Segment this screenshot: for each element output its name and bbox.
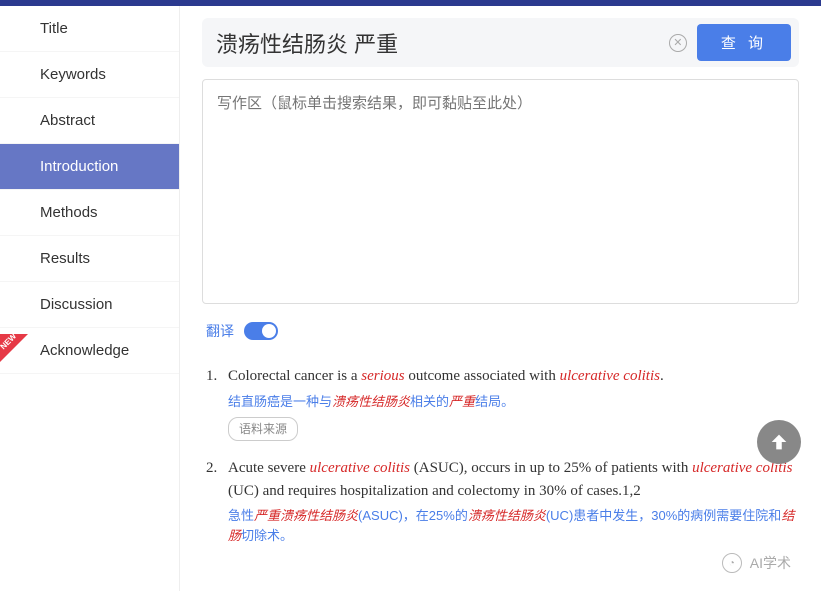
container: Title Keywords Abstract Introduction Met… bbox=[0, 6, 821, 591]
arrow-up-icon bbox=[768, 431, 790, 453]
sidebar: Title Keywords Abstract Introduction Met… bbox=[0, 6, 180, 591]
results-list: 1. Colorectal cancer is a serious outcom… bbox=[202, 355, 799, 551]
wechat-icon: ◔ bbox=[722, 553, 742, 573]
result-zh: 急性严重溃疡性结肠炎(ASUC)，在25%的溃疡性结肠炎(UC)患者中发生，30… bbox=[228, 506, 795, 545]
main: ✕ 查 询 翻译 1. Colorectal cancer is a serio… bbox=[180, 6, 821, 591]
sidebar-item-results[interactable]: Results bbox=[0, 236, 179, 282]
sidebar-item-title[interactable]: Title bbox=[0, 6, 179, 52]
result-en: Colorectal cancer is a serious outcome a… bbox=[228, 365, 795, 388]
translate-row: 翻译 bbox=[202, 307, 799, 355]
watermark-text: AI学术 bbox=[750, 553, 791, 573]
translate-toggle[interactable] bbox=[244, 322, 278, 340]
result-number: 1. bbox=[206, 365, 228, 441]
result-zh: 结直肠癌是一种与溃疡性结肠炎相关的严重结局。 bbox=[228, 392, 795, 412]
result-item[interactable]: 2. Acute severe ulcerative colitis (ASUC… bbox=[206, 457, 795, 551]
translate-label: 翻译 bbox=[206, 321, 234, 341]
watermark: ◔ AI学术 bbox=[722, 553, 791, 573]
search-button[interactable]: 查 询 bbox=[697, 24, 791, 61]
sidebar-item-keywords[interactable]: Keywords bbox=[0, 52, 179, 98]
sidebar-item-discussion[interactable]: Discussion bbox=[0, 282, 179, 328]
result-en: Acute severe ulcerative colitis (ASUC), … bbox=[228, 457, 795, 502]
search-bar: ✕ 查 询 bbox=[202, 18, 799, 67]
sidebar-item-introduction[interactable]: Introduction bbox=[0, 144, 179, 190]
toggle-knob bbox=[262, 324, 276, 338]
clear-icon[interactable]: ✕ bbox=[669, 34, 687, 52]
result-body: Colorectal cancer is a serious outcome a… bbox=[228, 365, 795, 441]
write-area[interactable] bbox=[202, 79, 799, 304]
result-body: Acute severe ulcerative colitis (ASUC), … bbox=[228, 457, 795, 551]
new-badge-icon bbox=[0, 334, 28, 362]
search-input[interactable] bbox=[216, 30, 659, 56]
result-item[interactable]: 1. Colorectal cancer is a serious outcom… bbox=[206, 365, 795, 441]
source-button[interactable]: 语料来源 bbox=[228, 417, 298, 441]
result-number: 2. bbox=[206, 457, 228, 551]
sidebar-item-methods[interactable]: Methods bbox=[0, 190, 179, 236]
scroll-top-button[interactable] bbox=[757, 420, 801, 464]
sidebar-item-abstract[interactable]: Abstract bbox=[0, 98, 179, 144]
